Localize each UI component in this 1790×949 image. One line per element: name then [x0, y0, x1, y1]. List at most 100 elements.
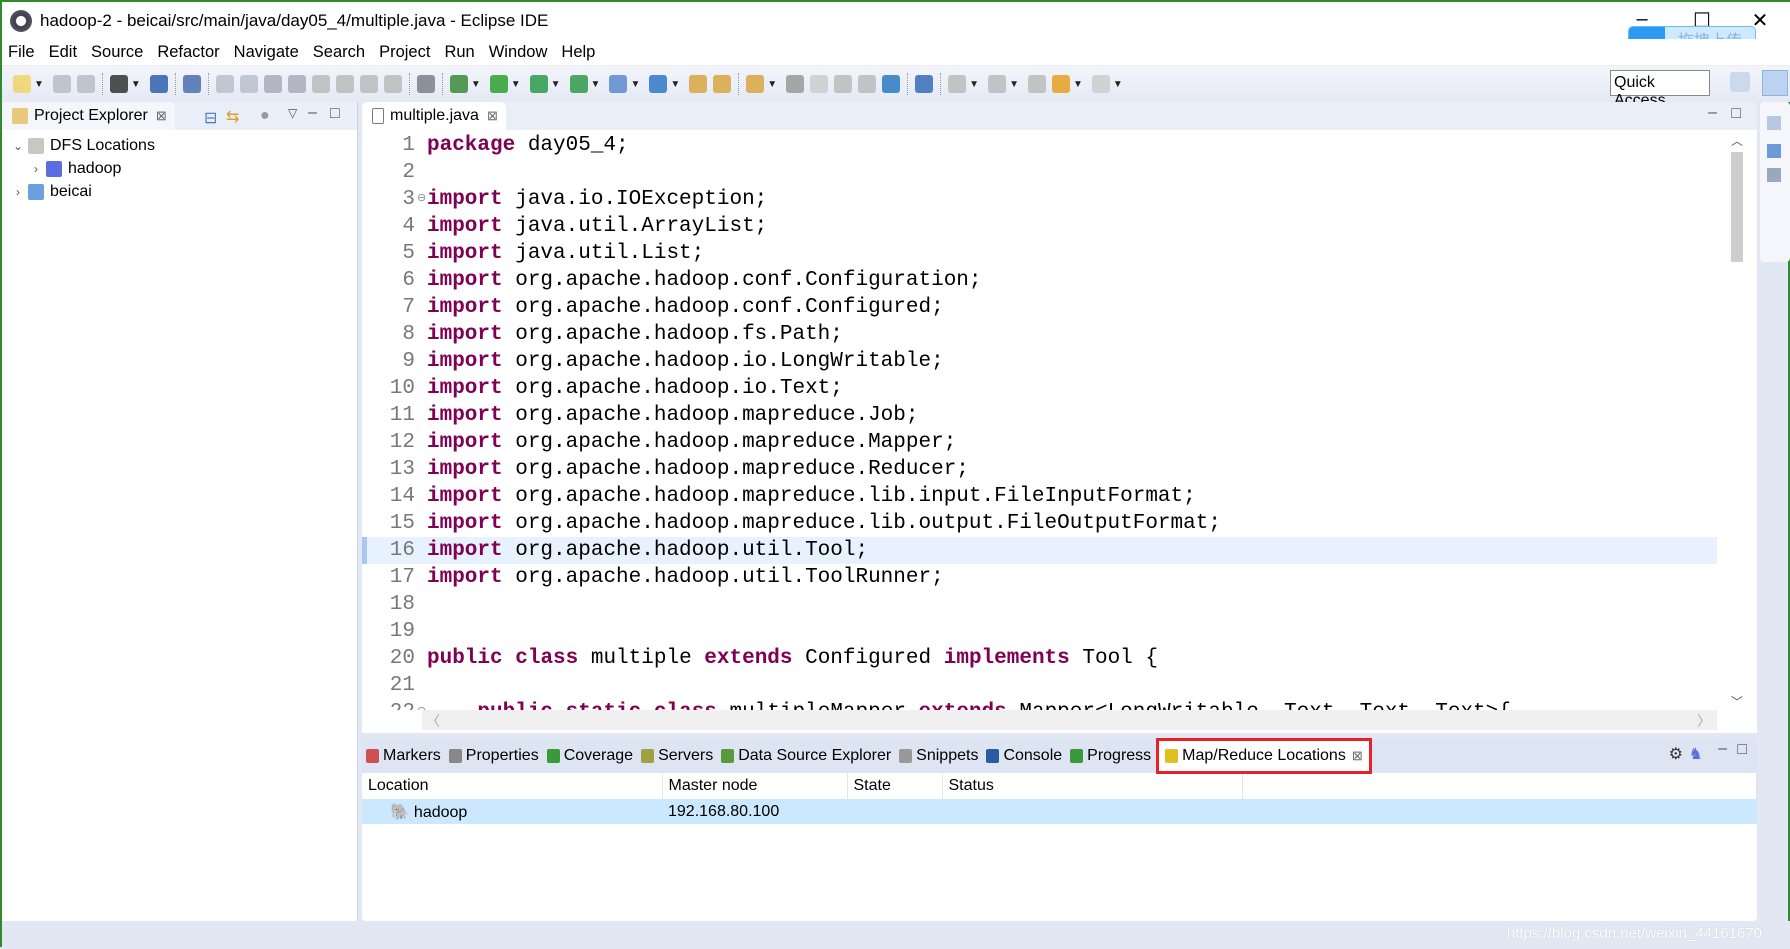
- profile-icon[interactable]: [109, 75, 128, 93]
- gutter[interactable]: [417, 375, 427, 402]
- gutter[interactable]: [417, 672, 427, 699]
- collapse-all-icon[interactable]: ⊟: [204, 108, 217, 128]
- search-icon[interactable]: [746, 75, 765, 93]
- step-over-icon[interactable]: [335, 75, 354, 93]
- resume-icon[interactable]: [215, 75, 234, 93]
- prev-annotation-icon[interactable]: [988, 75, 1007, 93]
- step-return-icon[interactable]: [359, 75, 378, 93]
- restore-icon[interactable]: [1767, 116, 1781, 130]
- back-icon[interactable]: [1051, 75, 1070, 93]
- menu-navigate[interactable]: Navigate: [234, 43, 299, 62]
- new-location-icon[interactable]: ⚙: [1669, 744, 1683, 764]
- annotation-icon[interactable]: [810, 75, 829, 93]
- fold-collapse-icon[interactable]: ⊖: [417, 699, 427, 710]
- terminal-icon[interactable]: [149, 75, 168, 93]
- next-annotation-icon[interactable]: [948, 75, 967, 93]
- code-editor[interactable]: 1 package day05_4; 2 3 ⊖ import java.io.IOExc…: [362, 132, 1717, 710]
- back-dropdown-icon[interactable]: ▼: [1073, 79, 1083, 90]
- menu-run[interactable]: Run: [444, 43, 474, 62]
- view-menu-icon[interactable]: ▽: [288, 106, 297, 120]
- prev-annotation-dropdown-icon[interactable]: ▼: [1009, 79, 1019, 90]
- gutter[interactable]: [417, 402, 427, 429]
- open-type-icon[interactable]: [689, 75, 708, 93]
- external-tools-dropdown-icon[interactable]: ▼: [591, 79, 601, 90]
- tree-item-dfs-locations[interactable]: ⌄ DFS Locations: [2, 134, 357, 157]
- horizontal-scrollbar[interactable]: 〈〉: [422, 710, 1717, 730]
- gutter[interactable]: [417, 510, 427, 537]
- globe-icon[interactable]: [882, 75, 901, 93]
- tree-item-hadoop[interactable]: › hadoop: [2, 157, 357, 180]
- maximize-view-icon[interactable]: □: [330, 105, 340, 123]
- quick-access-input[interactable]: Quick Access: [1610, 70, 1710, 109]
- chevron-right-icon[interactable]: ›: [10, 185, 26, 199]
- close-icon[interactable]: ⊠: [487, 108, 498, 124]
- chevron-down-icon[interactable]: ⌄: [10, 139, 26, 153]
- menu-project[interactable]: Project: [379, 43, 430, 62]
- use-step-filters-icon[interactable]: [416, 75, 435, 93]
- gutter[interactable]: [417, 321, 427, 348]
- tab-project-explorer[interactable]: Project Explorer ⊠: [2, 102, 175, 130]
- tab-progress[interactable]: Progress: [1070, 741, 1151, 771]
- forward-dropdown-icon[interactable]: ▼: [1113, 79, 1123, 90]
- vertical-scrollbar[interactable]: ︿ ﹀: [1717, 132, 1757, 710]
- menu-search[interactable]: Search: [313, 43, 365, 62]
- forward-icon[interactable]: [1091, 75, 1110, 93]
- tab-servers[interactable]: Servers: [641, 741, 713, 771]
- scroll-thumb[interactable]: [1731, 152, 1743, 262]
- chevron-right-icon[interactable]: ›: [28, 162, 44, 176]
- tab-snippets[interactable]: Snippets: [899, 741, 978, 771]
- tab-multiple-java[interactable]: multiple.java ⊠: [362, 102, 506, 130]
- gutter[interactable]: [417, 213, 427, 240]
- gutter[interactable]: [417, 564, 427, 591]
- launch-icon[interactable]: [915, 75, 934, 93]
- gutter[interactable]: [417, 618, 427, 645]
- tab-markers[interactable]: Markers: [366, 741, 441, 771]
- menu-source[interactable]: Source: [91, 43, 143, 62]
- menu-edit[interactable]: Edit: [49, 43, 77, 62]
- gutter[interactable]: [417, 429, 427, 456]
- gutter[interactable]: [417, 240, 427, 267]
- gutter[interactable]: [417, 591, 427, 618]
- debug-icon[interactable]: [449, 75, 468, 93]
- column-header-status[interactable]: Status: [942, 773, 1243, 799]
- open-perspective-icon[interactable]: [1730, 72, 1750, 92]
- tab-coverage[interactable]: Coverage: [546, 741, 633, 771]
- menu-help[interactable]: Help: [561, 43, 595, 62]
- outline-icon[interactable]: [1767, 144, 1781, 158]
- gutter[interactable]: [417, 132, 427, 159]
- hadoop-elephant-icon[interactable]: ♞: [1689, 744, 1703, 764]
- new-server-dropdown-icon[interactable]: ▼: [630, 79, 640, 90]
- menu-window[interactable]: Window: [489, 43, 548, 62]
- terminate-icon[interactable]: [263, 75, 282, 93]
- fold-collapse-icon[interactable]: ⊖: [417, 186, 427, 213]
- new-spring-dropdown-icon[interactable]: ▼: [670, 79, 680, 90]
- suspend-icon[interactable]: [239, 75, 258, 93]
- disconnect-icon[interactable]: [287, 75, 306, 93]
- tab-data-source-explorer[interactable]: Data Source Explorer: [721, 741, 891, 771]
- minimize-view-icon[interactable]: –: [1708, 104, 1717, 122]
- table-row[interactable]: 🐘 hadoop 192.168.80.100: [362, 799, 1757, 824]
- maximize-view-icon[interactable]: □: [1731, 105, 1741, 123]
- save-icon[interactable]: [52, 75, 71, 93]
- menu-file[interactable]: File: [8, 43, 35, 62]
- new-spring-icon[interactable]: [649, 75, 668, 93]
- profile-dropdown-icon[interactable]: ▼: [131, 79, 141, 90]
- column-header-location[interactable]: Location: [362, 773, 663, 799]
- step-into-icon[interactable]: [311, 75, 330, 93]
- drop-frame-icon[interactable]: [383, 75, 402, 93]
- search-dropdown-icon[interactable]: ▼: [767, 79, 777, 90]
- block-select-icon[interactable]: [834, 75, 853, 93]
- tab-console[interactable]: Console: [986, 741, 1062, 771]
- perspective-mapreduce-icon[interactable]: [1762, 70, 1788, 96]
- save-all-icon[interactable]: [76, 75, 95, 93]
- new-server-icon[interactable]: [609, 75, 628, 93]
- last-edit-icon[interactable]: [1027, 75, 1046, 93]
- next-annotation-dropdown-icon[interactable]: ▼: [969, 79, 979, 90]
- coverage-dropdown-icon[interactable]: ▼: [551, 79, 561, 90]
- gutter[interactable]: [417, 645, 427, 672]
- whitespace-icon[interactable]: [858, 75, 877, 93]
- link-editor-icon[interactable]: ⇆: [226, 107, 239, 127]
- minimize-view-icon[interactable]: –: [1718, 740, 1727, 758]
- gutter[interactable]: [417, 159, 427, 186]
- tree-item-beicai[interactable]: › beicai: [2, 180, 357, 203]
